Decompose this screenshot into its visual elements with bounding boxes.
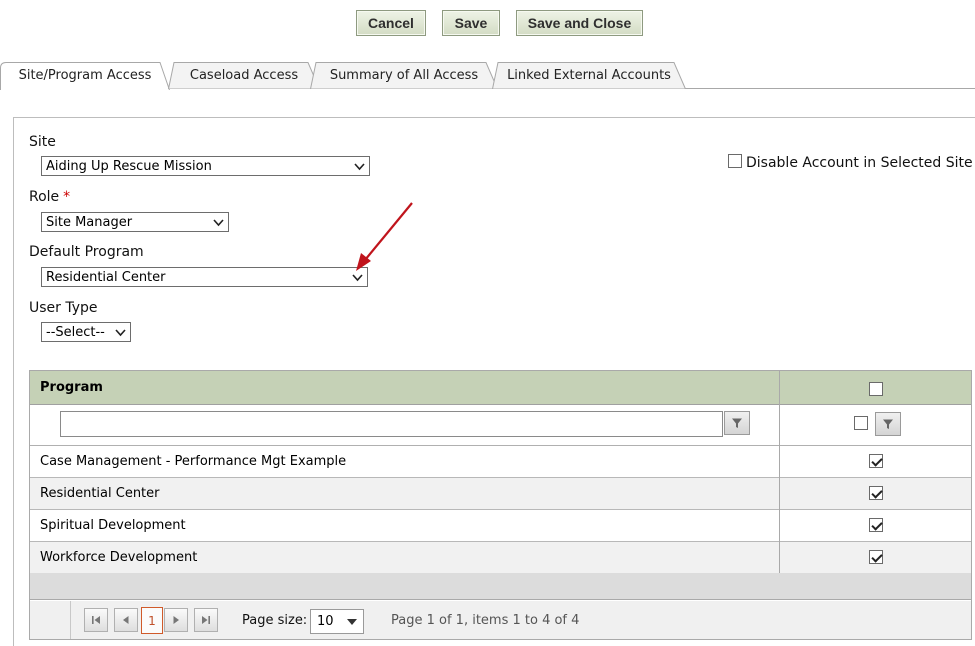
first-page-icon [92,616,100,624]
program-checkbox[interactable] [869,518,883,532]
content-frame-left [13,117,14,646]
cancel-button[interactable]: Cancel [356,10,426,36]
last-page-icon [202,616,210,624]
program-checkbox[interactable] [869,454,883,468]
program-filter-input[interactable] [60,411,723,437]
first-page-button[interactable] [84,608,108,632]
program-filter-button[interactable] [724,411,750,435]
program-name: Workforce Development [40,550,198,565]
disable-account-label: Disable Account in Selected Site [746,155,973,171]
program-grid: Program Case Management - Performance Mg… [29,370,972,640]
filter-checkbox[interactable] [854,416,868,430]
grid-pager: 1 Page size: 10 Page 1 of 1, items 1 to … [30,601,971,639]
required-marker: * [63,189,71,205]
content-frame-top [13,117,975,118]
current-page-button[interactable]: 1 [141,607,163,634]
role-label: Role * [29,189,71,205]
program-name: Residential Center [40,486,160,501]
table-row[interactable]: Workforce Development [30,542,971,574]
role-select[interactable]: Site Manager [41,212,229,232]
page-size-select[interactable]: 10 [310,609,364,634]
grid-header: Program [30,371,971,405]
save-and-close-button[interactable]: Save and Close [516,10,643,36]
save-button[interactable]: Save [442,10,500,36]
grid-footer-spacer [30,573,971,600]
page-size-label: Page size: [242,613,308,628]
chevron-down-icon [213,219,224,227]
disable-account-checkbox[interactable] [728,154,742,168]
pager-info: Page 1 of 1, items 1 to 4 of 4 [391,613,580,628]
prev-page-button[interactable] [114,608,138,632]
tab-summary-of-all-access[interactable]: Summary of All Access [310,62,498,89]
last-page-button[interactable] [194,608,218,632]
program-name: Spiritual Development [40,518,186,533]
program-checkbox[interactable] [869,550,883,564]
filter-icon [883,419,893,429]
next-page-button[interactable] [164,608,188,632]
table-row[interactable]: Case Management - Performance Mgt Exampl… [30,446,971,478]
tab-linked-external-accounts[interactable]: Linked External Accounts [492,62,686,89]
program-column-header[interactable]: Program [40,380,103,395]
next-page-icon [173,616,179,624]
filter-icon [732,418,742,428]
tab-caseload-access[interactable]: Caseload Access [168,62,320,89]
site-select[interactable]: Aiding Up Rescue Mission [41,156,370,176]
prev-page-icon [123,616,129,624]
table-row[interactable]: Spiritual Development [30,510,971,542]
table-row[interactable]: Residential Center [30,478,971,510]
grid-column-divider [779,371,780,573]
chevron-down-icon [354,163,365,171]
grid-filter-row [30,406,971,446]
default-program-select[interactable]: Residential Center [41,267,368,287]
chevron-down-icon [115,329,126,337]
pager-divider [70,601,71,639]
tab-site-program-access[interactable]: Site/Program Access [0,62,170,90]
site-label: Site [29,134,56,150]
user-type-label: User Type [29,300,98,316]
user-type-select[interactable]: --Select-- [41,322,131,342]
caret-down-icon [347,619,357,625]
default-program-label: Default Program [29,244,144,260]
checkbox-filter-button[interactable] [875,412,901,436]
program-checkbox[interactable] [869,486,883,500]
program-name: Case Management - Performance Mgt Exampl… [40,454,347,469]
red-arrow-annotation [356,202,413,271]
select-all-checkbox[interactable] [869,382,883,396]
